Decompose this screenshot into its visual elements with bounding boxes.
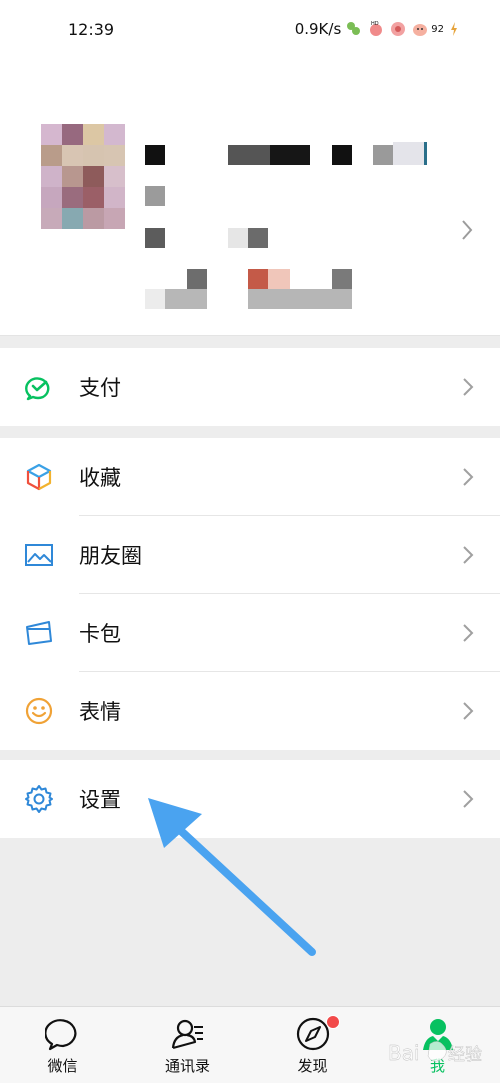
pay-icon bbox=[25, 377, 50, 401]
wechat-id-redacted bbox=[228, 228, 248, 248]
menu-group-pay: 支付 bbox=[0, 348, 500, 426]
net-speed: 0.9K/s bbox=[294, 20, 342, 38]
wechat-id-redacted bbox=[248, 228, 268, 248]
status-redacted bbox=[145, 289, 165, 309]
menu-label-favorites: 收藏 bbox=[79, 466, 121, 490]
notification-icon bbox=[347, 22, 361, 35]
smiley-icon bbox=[25, 697, 53, 725]
cube-icon bbox=[26, 463, 52, 491]
status-bar: 12:39 0.9K/s HD 92 bbox=[0, 0, 500, 58]
menu-group-settings: 设置 bbox=[0, 760, 500, 838]
status-time: 12:39 bbox=[68, 20, 115, 39]
tab-me[interactable]: 我 bbox=[375, 1007, 500, 1083]
chevron-right-icon bbox=[463, 546, 474, 564]
tab-discover[interactable]: 发现 bbox=[250, 1007, 375, 1083]
tab-label-discover: 发现 bbox=[297, 1057, 328, 1075]
status-redacted bbox=[332, 269, 352, 289]
status-redacted bbox=[248, 289, 352, 309]
tab-label-chats: 微信 bbox=[47, 1057, 78, 1075]
tab-contacts[interactable]: 通讯录 bbox=[125, 1007, 250, 1083]
nickname-redacted bbox=[373, 145, 393, 165]
divider bbox=[0, 335, 500, 336]
status-redacted bbox=[248, 269, 268, 289]
chevron-right-icon bbox=[462, 220, 473, 240]
menu-item-favorites[interactable]: 收藏 bbox=[0, 438, 500, 516]
nickname-redacted bbox=[332, 145, 352, 165]
svg-text:HD: HD bbox=[371, 21, 379, 27]
chevron-right-icon bbox=[463, 378, 474, 396]
menu-label-cards: 卡包 bbox=[79, 622, 121, 646]
menu-label-pay: 支付 bbox=[79, 376, 121, 400]
notification-icon: HD bbox=[370, 21, 383, 36]
status-redacted bbox=[165, 289, 207, 309]
profile-card[interactable] bbox=[0, 58, 500, 336]
menu-item-stickers[interactable]: 表情 bbox=[0, 672, 500, 750]
notification-icon bbox=[391, 22, 406, 36]
nickname-redacted bbox=[145, 145, 165, 165]
tab-chats[interactable]: 微信 bbox=[0, 1007, 125, 1083]
tab-label-me: 我 bbox=[429, 1057, 445, 1075]
nickname-redacted bbox=[228, 145, 270, 165]
contacts-icon bbox=[171, 1019, 203, 1050]
menu-item-settings[interactable]: 设置 bbox=[0, 760, 500, 838]
avatar[interactable] bbox=[41, 124, 125, 229]
battery-level: 92 bbox=[431, 23, 444, 35]
wallet-icon bbox=[26, 621, 52, 645]
status-redacted bbox=[187, 269, 207, 289]
chevron-right-icon bbox=[463, 468, 474, 486]
chevron-right-icon bbox=[463, 790, 474, 808]
battery-icon bbox=[413, 24, 428, 36]
menu-label-stickers: 表情 bbox=[79, 700, 121, 724]
wechat-id-redacted bbox=[145, 186, 165, 206]
chevron-right-icon bbox=[463, 624, 474, 642]
nickname-redacted bbox=[270, 145, 310, 165]
nickname-redacted bbox=[393, 142, 427, 165]
chevron-right-icon bbox=[463, 702, 474, 720]
status-redacted bbox=[268, 269, 290, 289]
wechat-id-redacted bbox=[145, 228, 165, 248]
menu-group-main: 收藏 朋友圈 卡包 表情 bbox=[0, 438, 500, 750]
menu-label-settings: 设置 bbox=[79, 788, 121, 812]
chat-bubble-icon bbox=[44, 1019, 76, 1051]
picture-icon bbox=[25, 544, 53, 566]
menu-label-moments: 朋友圈 bbox=[79, 544, 142, 568]
tab-label-contacts: 通讯录 bbox=[164, 1057, 210, 1075]
badge-dot bbox=[326, 1015, 340, 1029]
person-icon bbox=[422, 1019, 453, 1050]
tab-bar: 微信 通讯录 发现 我 bbox=[0, 1006, 500, 1083]
gear-icon bbox=[25, 785, 53, 813]
status-right: 0.9K/s HD 92 bbox=[295, 20, 460, 38]
charging-icon bbox=[451, 22, 457, 36]
menu-item-moments[interactable]: 朋友圈 bbox=[0, 516, 500, 594]
menu-item-pay[interactable]: 支付 bbox=[0, 348, 500, 426]
menu-item-cards[interactable]: 卡包 bbox=[0, 594, 500, 672]
